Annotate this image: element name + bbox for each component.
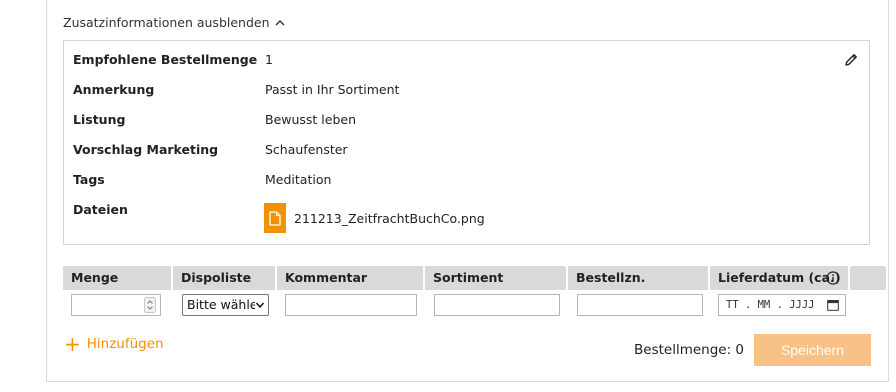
toggle-label: Zusatzinformationen ausblenden — [63, 15, 270, 30]
plus-icon: + — [64, 332, 81, 356]
info-label: Listung — [73, 112, 126, 127]
dispoliste-selected: Bitte wählen — [187, 297, 266, 312]
toggle-additional-info[interactable]: Zusatzinformationen ausblenden — [63, 15, 286, 30]
file-name: 211213_ZeitfrachtBuchCo.png — [294, 210, 485, 226]
spinner-icon[interactable] — [144, 297, 156, 313]
file-attachment[interactable]: 211213_ZeitfrachtBuchCo.png — [264, 203, 485, 233]
info-label: Tags — [73, 172, 105, 187]
add-row-button[interactable]: + Hinzufügen — [64, 332, 164, 356]
info-label: Dateien — [73, 202, 128, 217]
info-label: Vorschlag Marketing — [73, 142, 219, 157]
dispoliste-select[interactable]: Bitte wählen — [182, 294, 269, 316]
col-lieferdatum: Lieferdatum (ca.) — [710, 266, 850, 290]
info-label: Anmerkung — [73, 82, 155, 97]
additional-info-panel: Zusatzinformationen ausblenden Empfohlen… — [46, 0, 889, 382]
pencil-icon[interactable] — [843, 52, 859, 68]
kommentar-input[interactable] — [285, 294, 417, 316]
info-value: 1 — [265, 52, 273, 67]
col-lieferdatum-label: Lieferdatum (ca.) — [718, 270, 841, 285]
calendar-icon[interactable] — [827, 299, 839, 311]
col-extra — [850, 266, 866, 290]
add-label: Hinzufügen — [86, 336, 164, 352]
col-kommentar: Kommentar — [277, 266, 425, 290]
col-sortiment: Sortiment — [425, 266, 568, 290]
chevron-up-icon — [275, 19, 285, 25]
info-value: Schaufenster — [265, 142, 348, 157]
info-label: Empfohlene Bestellmenge — [73, 52, 258, 67]
save-button[interactable]: Speichern — [754, 334, 871, 366]
col-bestellzn: Bestellzn. — [568, 266, 710, 290]
quantity-stepper[interactable] — [71, 294, 161, 316]
sortiment-input[interactable] — [434, 294, 560, 316]
bestellzn-input[interactable] — [577, 294, 703, 316]
info-box: Empfohlene Bestellmenge 1 Anmerkung Pass… — [63, 40, 870, 245]
order-table-header: Menge Dispoliste Kommentar Sortiment Bes… — [63, 266, 886, 290]
info-value: Meditation — [265, 172, 332, 187]
col-dispoliste: Dispoliste — [173, 266, 277, 290]
order-quantity-total: Bestellmenge: 0 — [634, 342, 745, 358]
info-value: Passt in Ihr Sortiment — [265, 82, 400, 97]
chevron-down-icon — [255, 300, 265, 310]
lieferdatum-input[interactable]: TT . MM . JJJJ — [718, 294, 846, 316]
date-placeholder: TT . MM . JJJJ — [726, 299, 815, 311]
info-icon[interactable] — [826, 271, 840, 285]
info-value: Bewusst leben — [265, 112, 357, 127]
col-menge: Menge — [63, 266, 173, 290]
file-icon — [264, 203, 286, 233]
